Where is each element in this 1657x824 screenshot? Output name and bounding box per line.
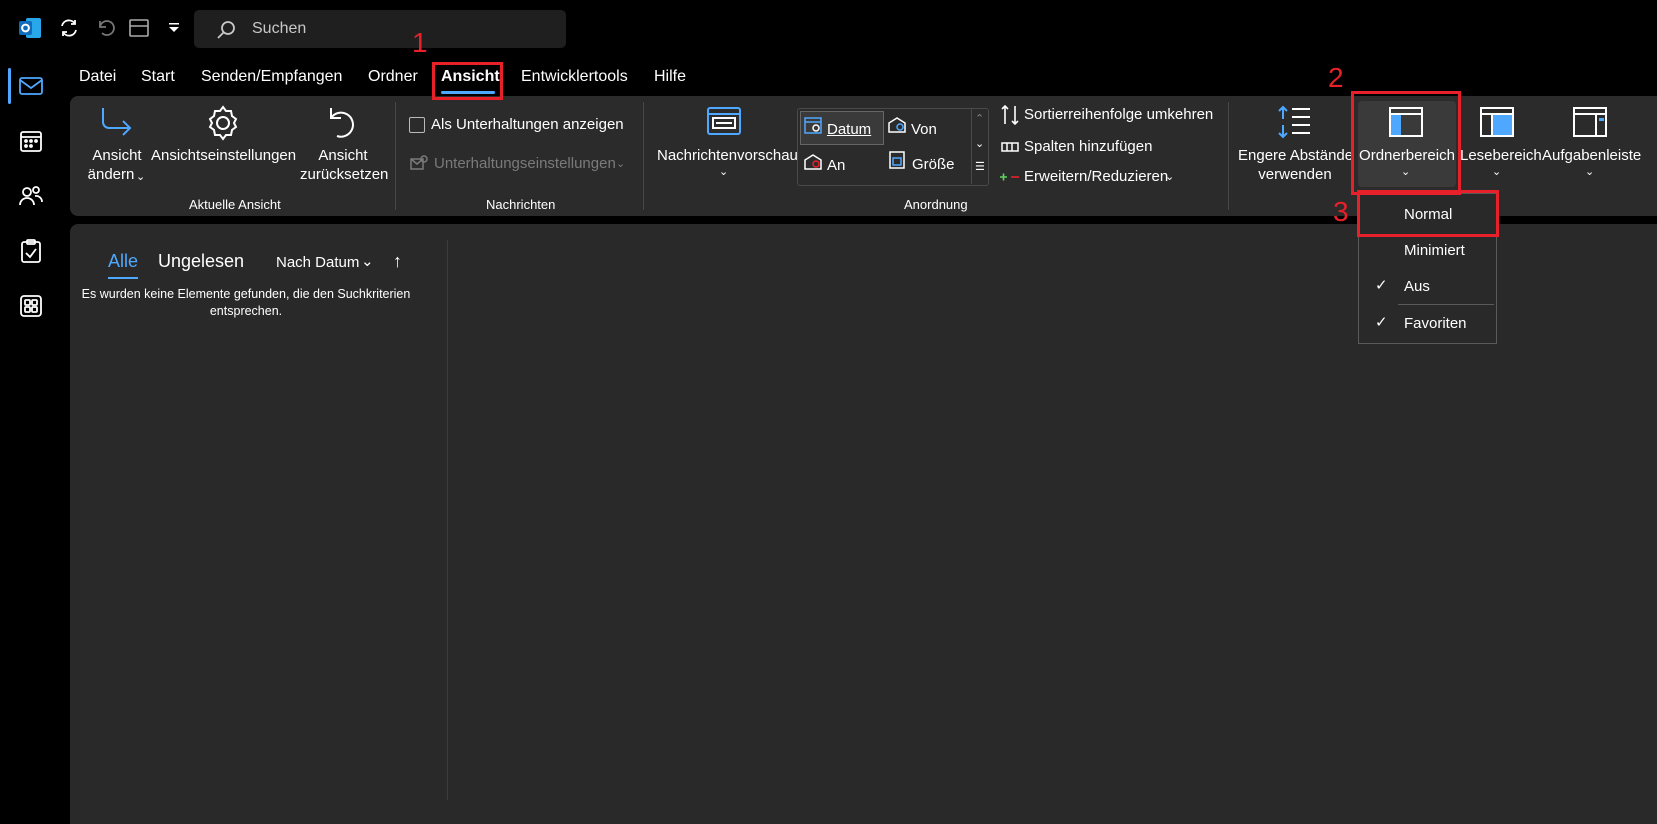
- tab-hilfe[interactable]: Hilfe: [654, 68, 686, 86]
- conversations-label[interactable]: Als Unterhaltungen anzeigen: [431, 116, 624, 133]
- sort-reverse-icon: [999, 104, 1021, 126]
- customize-quick-access-icon[interactable]: [168, 22, 180, 34]
- menu-separator: [1398, 304, 1494, 305]
- tighter-spacing-label-2: verwenden: [1258, 166, 1332, 183]
- sort-direction-button[interactable]: ↑: [393, 251, 402, 272]
- layout-icon[interactable]: [128, 18, 150, 38]
- group-label-nachrichten: Nachrichten: [486, 197, 556, 212]
- todo-bar-button[interactable]: Aufgabenleiste: [1542, 146, 1641, 165]
- reading-pane-icon: [1479, 106, 1515, 138]
- sort-reverse-button[interactable]: Sortierreihenfolge umkehren: [1024, 106, 1213, 123]
- highlight-box-normal: [1357, 190, 1499, 237]
- sort-groesse-option[interactable]: Größe: [912, 156, 955, 173]
- group-separator: [1228, 102, 1229, 210]
- gallery-scroll-up-icon[interactable]: ⌃: [975, 112, 984, 125]
- menu-item-favoriten[interactable]: Favoriten: [1404, 315, 1467, 332]
- search-box[interactable]: Suchen: [194, 10, 566, 48]
- size-icon: [887, 150, 907, 170]
- tab-datei[interactable]: Datei: [79, 68, 116, 86]
- apps-icon[interactable]: [18, 293, 44, 319]
- chevron-down-icon: ⌄: [616, 158, 626, 170]
- empty-message-line-1: Es wurden keine Elemente gefunden, die d…: [81, 287, 411, 301]
- to-icon: [803, 152, 823, 172]
- expand-collapse-icon: [999, 170, 1021, 184]
- conversation-settings-button[interactable]: Unterhaltungseinstellungen: [434, 155, 616, 172]
- tab-all[interactable]: Alle: [108, 251, 138, 272]
- chevron-down-icon: ⌄: [361, 253, 374, 270]
- search-placeholder: Suchen: [252, 20, 307, 37]
- people-icon[interactable]: [18, 183, 44, 209]
- conversation-settings-icon: [409, 154, 429, 172]
- pane-divider[interactable]: [447, 240, 448, 800]
- calendar-icon: [803, 115, 823, 135]
- expand-collapse-button[interactable]: Erweitern/Reduzieren: [1024, 168, 1168, 185]
- add-columns-icon: [999, 138, 1021, 156]
- mail-icon[interactable]: [18, 73, 44, 99]
- menu-item-aus[interactable]: Aus: [1404, 278, 1430, 295]
- change-view-label-1: Ansicht: [92, 147, 142, 164]
- change-view-label-2: ändern: [87, 166, 135, 183]
- message-preview-icon: [706, 106, 742, 138]
- calendar-icon[interactable]: [18, 128, 44, 154]
- reset-view-label-1: Ansicht: [318, 147, 368, 164]
- gear-icon: [204, 104, 242, 142]
- highlight-box-ansicht: [432, 62, 503, 100]
- conversations-checkbox[interactable]: [409, 117, 425, 133]
- gallery-more-icon[interactable]: ☰: [975, 160, 985, 173]
- message-preview-label: Nachrichtenvorschau: [657, 147, 798, 164]
- tab-all-indicator: [108, 277, 138, 279]
- tab-entwicklertools[interactable]: Entwicklertools: [521, 68, 628, 86]
- tab-senden-empfangen[interactable]: Senden/Empfangen: [201, 68, 342, 86]
- annotation-label-1: 1: [412, 27, 428, 58]
- group-label-aktuelle-ansicht: Aktuelle Ansicht: [189, 197, 281, 212]
- undo-icon[interactable]: [94, 17, 116, 39]
- tab-start[interactable]: Start: [141, 68, 175, 86]
- todo-bar-icon: [1572, 106, 1608, 138]
- group-separator: [395, 102, 396, 210]
- chevron-down-icon: ⌄: [1165, 171, 1175, 183]
- chevron-down-icon: ⌄: [1492, 166, 1502, 178]
- gallery-scroll-down-icon[interactable]: ⌄: [975, 137, 984, 150]
- sort-datum-label: Datum: [827, 121, 872, 138]
- group-label-anordnung: Anordnung: [904, 197, 968, 212]
- empty-message-line-2: entsprechen.: [209, 304, 283, 318]
- view-settings-button[interactable]: Ansichtseinstellungen: [151, 146, 296, 165]
- annotation-label-2: 2: [1328, 62, 1344, 93]
- tasks-icon[interactable]: [18, 238, 44, 264]
- search-icon: [216, 20, 236, 40]
- from-icon: [887, 115, 907, 135]
- checkmark-icon: ✓: [1375, 277, 1388, 294]
- chevron-down-icon: ⌄: [1585, 166, 1595, 178]
- sort-an-option[interactable]: An: [827, 157, 845, 174]
- line-spacing-icon: [1277, 104, 1313, 140]
- reading-pane-button[interactable]: Lesebereich: [1460, 146, 1542, 165]
- reset-view-label-2: zurücksetzen: [300, 166, 389, 183]
- chevron-down-icon: ⌄: [719, 166, 729, 178]
- sort-by-date-dropdown[interactable]: Nach Datum: [276, 254, 359, 271]
- highlight-box-ordnerbereich: [1351, 91, 1461, 195]
- tab-unread[interactable]: Ungelesen: [158, 251, 244, 272]
- reset-view-icon: [325, 104, 361, 142]
- outlook-logo-icon: [18, 16, 42, 40]
- change-view-icon: [97, 104, 135, 142]
- menu-item-minimiert[interactable]: Minimiert: [1404, 242, 1465, 259]
- group-separator: [643, 102, 644, 210]
- annotation-label-3: 3: [1333, 196, 1349, 227]
- tab-ordner[interactable]: Ordner: [368, 68, 418, 86]
- active-indicator: [8, 68, 11, 104]
- checkmark-icon: ✓: [1375, 314, 1388, 331]
- sync-icon[interactable]: [58, 17, 80, 39]
- tighter-spacing-label-1: Engere Abstände: [1238, 147, 1354, 164]
- sort-von-option[interactable]: Von: [911, 121, 937, 138]
- chevron-down-icon: ⌄: [136, 171, 146, 183]
- add-columns-button[interactable]: Spalten hinzufügen: [1024, 138, 1152, 155]
